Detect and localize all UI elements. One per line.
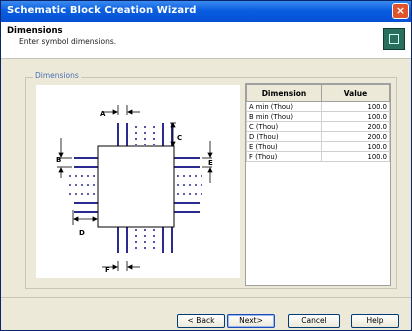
row-name: C (Thou) bbox=[246, 121, 322, 132]
close-icon: × bbox=[395, 4, 406, 17]
table-row: F (Thou) 100.0 bbox=[246, 151, 390, 162]
dimension-grid: Dimension Value A min (Thou) 100.0 B min … bbox=[245, 83, 391, 286]
component-body bbox=[97, 145, 175, 228]
dimension-diagram: A B C D E F bbox=[36, 85, 240, 278]
chip-icon bbox=[383, 28, 405, 50]
footer-separator bbox=[1, 297, 411, 298]
cancel-button[interactable]: Cancel bbox=[288, 314, 340, 328]
page-title: Dimensions bbox=[7, 26, 63, 36]
table-row: B min (Thou) 100.0 bbox=[246, 111, 390, 122]
row-value[interactable]: 100.0 bbox=[321, 151, 390, 162]
label-c: C bbox=[177, 134, 182, 142]
back-button[interactable]: < Back bbox=[177, 314, 225, 328]
row-value[interactable]: 200.0 bbox=[321, 121, 390, 132]
row-value[interactable]: 200.0 bbox=[321, 131, 390, 142]
close-button[interactable]: × bbox=[392, 3, 409, 19]
title-bar: Schematic Block Creation Wizard × bbox=[1, 1, 411, 22]
dimension-table: Dimension Value A min (Thou) 100.0 B min … bbox=[246, 84, 390, 162]
label-f: F bbox=[105, 266, 110, 274]
row-name: E (Thou) bbox=[246, 141, 322, 152]
table-row: E (Thou) 100.0 bbox=[246, 141, 390, 152]
label-a: A bbox=[100, 110, 106, 118]
row-name: B min (Thou) bbox=[246, 111, 322, 122]
table-row: D (Thou) 200.0 bbox=[246, 131, 390, 142]
help-button[interactable]: Help bbox=[351, 314, 399, 328]
row-name: F (Thou) bbox=[246, 151, 322, 162]
window-title: Schematic Block Creation Wizard bbox=[7, 5, 197, 16]
wizard-window: Schematic Block Creation Wizard × Dimens… bbox=[0, 0, 412, 331]
header-dimension: Dimension bbox=[246, 84, 322, 102]
label-e: E bbox=[208, 159, 213, 167]
row-value[interactable]: 100.0 bbox=[321, 101, 390, 112]
row-name: D (Thou) bbox=[246, 131, 322, 142]
row-value[interactable]: 100.0 bbox=[321, 111, 390, 122]
table-header-row: Dimension Value bbox=[246, 84, 390, 102]
label-d: D bbox=[79, 229, 85, 237]
row-name: A min (Thou) bbox=[246, 101, 322, 112]
page-subtitle: Enter symbol dimensions. bbox=[19, 37, 117, 46]
group-label: Dimensions bbox=[33, 71, 81, 80]
table-row: A min (Thou) 100.0 bbox=[246, 101, 390, 112]
row-value[interactable]: 100.0 bbox=[321, 141, 390, 152]
header-value: Value bbox=[321, 84, 390, 102]
label-b: B bbox=[56, 156, 61, 164]
wizard-header: Dimensions Enter symbol dimensions. bbox=[1, 22, 411, 59]
table-row: C (Thou) 200.0 bbox=[246, 121, 390, 132]
diagram-svg: A B C D E F bbox=[56, 105, 213, 274]
next-button[interactable]: Next> bbox=[227, 314, 275, 328]
